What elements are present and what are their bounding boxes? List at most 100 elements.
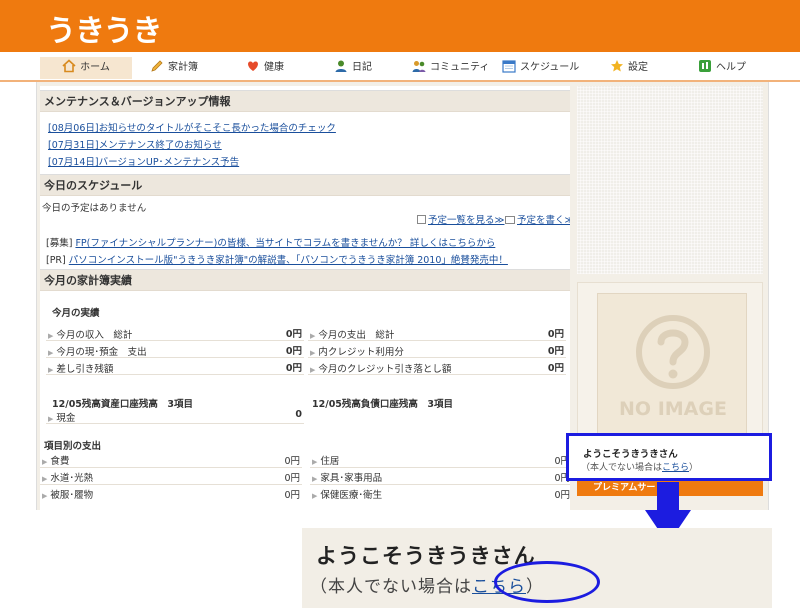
welcome-subtext: （本人でない場合はこちら） — [581, 460, 698, 473]
maintenance-heading: メンテナンス＆バージョンアップ情報 — [40, 90, 570, 112]
nav-item-household[interactable]: 家計簿 — [150, 57, 198, 79]
result-value: 0円 — [285, 346, 302, 357]
nav-item-home[interactable]: ホーム — [40, 57, 132, 79]
row-divider — [46, 423, 304, 424]
ad-area — [577, 86, 763, 274]
nav-item-schedule[interactable]: スケジュール — [502, 57, 579, 79]
person-icon — [335, 60, 347, 72]
welcome-sub-prefix: （本人でない場合は — [581, 463, 663, 473]
promo-tag: [PR] — [46, 255, 66, 266]
nav-item-label: ヘルプ — [716, 62, 746, 73]
expense-label[interactable]: 住居 — [320, 456, 339, 467]
expense-value: 0円 — [554, 456, 570, 467]
nav-item-help[interactable]: ヘルプ — [698, 57, 746, 79]
expense-label[interactable]: 家具･家事用品 — [320, 473, 382, 484]
promo-link[interactable]: FP(ファイナンシャルプランナー)の皆様、当サイトでコラムを書きませんか？ 詳し… — [75, 238, 495, 249]
book-icon — [505, 216, 515, 224]
promo-tag: [募集] — [46, 238, 73, 249]
expense-label[interactable]: 被服･履物 — [50, 490, 93, 501]
asset-subheading: 12/05残高資産口座残高 3項目 — [52, 399, 194, 410]
expense-value: 0円 — [554, 490, 570, 501]
expense-label[interactable]: 食費 — [50, 456, 69, 467]
arrow-icon: ▶ — [310, 349, 316, 357]
arrow-icon: ▶ — [42, 492, 48, 500]
arrow-icon: ▶ — [48, 332, 54, 340]
main-column: メンテナンス＆バージョンアップ情報 [08月06日]お知らせのタイトルがそこそこ… — [40, 86, 570, 510]
result-value: 0円 — [547, 363, 564, 374]
expense-value: 0円 — [284, 473, 300, 484]
main-nav: ホーム 家計簿 健康 日記 コミュニティ スケジュール 設定 ヘルプ — [0, 52, 800, 82]
highlight-ellipse — [494, 561, 600, 603]
house-icon — [62, 59, 76, 73]
result-value: 0円 — [285, 329, 302, 340]
arrow-icon: ▶ — [48, 349, 54, 357]
arrow-icon: ▶ — [42, 458, 48, 466]
news-link[interactable]: [08月06日]お知らせのタイトルがそこそこ長かった場合のチェック — [48, 123, 336, 134]
write-schedule-link[interactable]: 予定を書く≫ — [517, 215, 570, 226]
nav-item-label: スケジュール — [520, 62, 580, 73]
row-divider — [308, 340, 566, 341]
avatar: NO IMAGE — [597, 293, 747, 443]
nav-item-label: 家計簿 — [168, 62, 198, 73]
no-image-label: NO IMAGE — [619, 398, 727, 420]
arrow-icon: ▶ — [312, 492, 318, 500]
star-icon — [611, 60, 623, 72]
nav-item-label: 日記 — [352, 62, 372, 73]
result-value: 0円 — [285, 363, 302, 374]
welcome-box: ようこそうきうきさん （本人でない場合はこちら） — [566, 433, 772, 481]
question-icon — [636, 315, 710, 389]
nav-item-label: コミュニティ — [430, 62, 490, 73]
row-divider — [46, 340, 304, 341]
news-link[interactable]: [07月31日]メンテナンス終了のお知らせ — [48, 140, 222, 151]
arrow-icon: ▶ — [48, 415, 54, 423]
arrow-icon: ▶ — [310, 332, 316, 340]
expense-label[interactable]: 保健医療･衛生 — [320, 490, 382, 501]
row-divider — [40, 484, 302, 485]
heart-icon — [248, 61, 258, 71]
household-heading: 今月の家計簿実績 — [40, 269, 570, 291]
nav-item-label: 設定 — [628, 62, 648, 73]
not-you-link[interactable]: こちら — [662, 463, 689, 473]
results-subheading: 今月の実績 — [52, 308, 100, 319]
arrow-icon: ▶ — [312, 475, 318, 483]
arrow-icon: ▶ — [48, 366, 54, 374]
news-link[interactable]: [07月14日]バージョンUP･メンテナンス予告 — [48, 157, 239, 168]
row-divider — [46, 357, 304, 358]
schedule-heading: 今日のスケジュール — [40, 174, 570, 196]
people-icon — [412, 61, 426, 72]
arrow-icon: ▶ — [310, 366, 316, 374]
nav-item-health[interactable]: 健康 — [246, 57, 284, 79]
nav-item-settings[interactable]: 設定 — [610, 57, 648, 79]
expense-value: 0円 — [284, 456, 300, 467]
arrow-icon: ▶ — [312, 458, 318, 466]
promo-link[interactable]: パソコンインストール版"うきうき家計簿"の解説書、「パソコンでうきうき家計簿 2… — [69, 255, 508, 266]
zoom-sub-prefix: （本人でない場合は — [310, 577, 472, 597]
schedule-empty-text: 今日の予定はありません — [42, 203, 147, 214]
nav-item-community[interactable]: コミュニティ — [412, 57, 489, 79]
welcome-title: ようこそうきうきさん — [583, 449, 678, 460]
expense-value: 0円 — [284, 490, 300, 501]
pencil-icon — [151, 60, 163, 72]
expense-value: 0円 — [554, 473, 570, 484]
result-value: 0円 — [547, 346, 564, 357]
result-value: 0円 — [547, 329, 564, 340]
site-header: うきうき — [0, 0, 800, 52]
nav-item-diary[interactable]: 日記 — [334, 57, 372, 79]
asset-value: 0 — [295, 409, 302, 420]
calendar-icon — [502, 60, 516, 73]
row-divider — [308, 374, 566, 375]
site-logo[interactable]: うきうき — [46, 6, 162, 50]
welcome-sub-suffix: ） — [689, 463, 699, 473]
nav-item-label: ホーム — [80, 62, 110, 73]
expense-subheading: 項目別の支出 — [44, 441, 102, 452]
expense-label[interactable]: 水道･光熱 — [50, 473, 93, 484]
row-divider — [310, 484, 570, 485]
arrow-icon: ▶ — [42, 475, 48, 483]
help-icon — [699, 60, 711, 72]
debt-subheading: 12/05残高負債口座残高 3項目 — [312, 399, 454, 410]
list-icon — [417, 215, 426, 224]
view-schedule-link[interactable]: 予定一覧を見る≫ — [428, 215, 504, 226]
row-divider — [46, 374, 304, 375]
nav-item-label: 健康 — [264, 62, 284, 73]
row-divider — [40, 467, 302, 468]
